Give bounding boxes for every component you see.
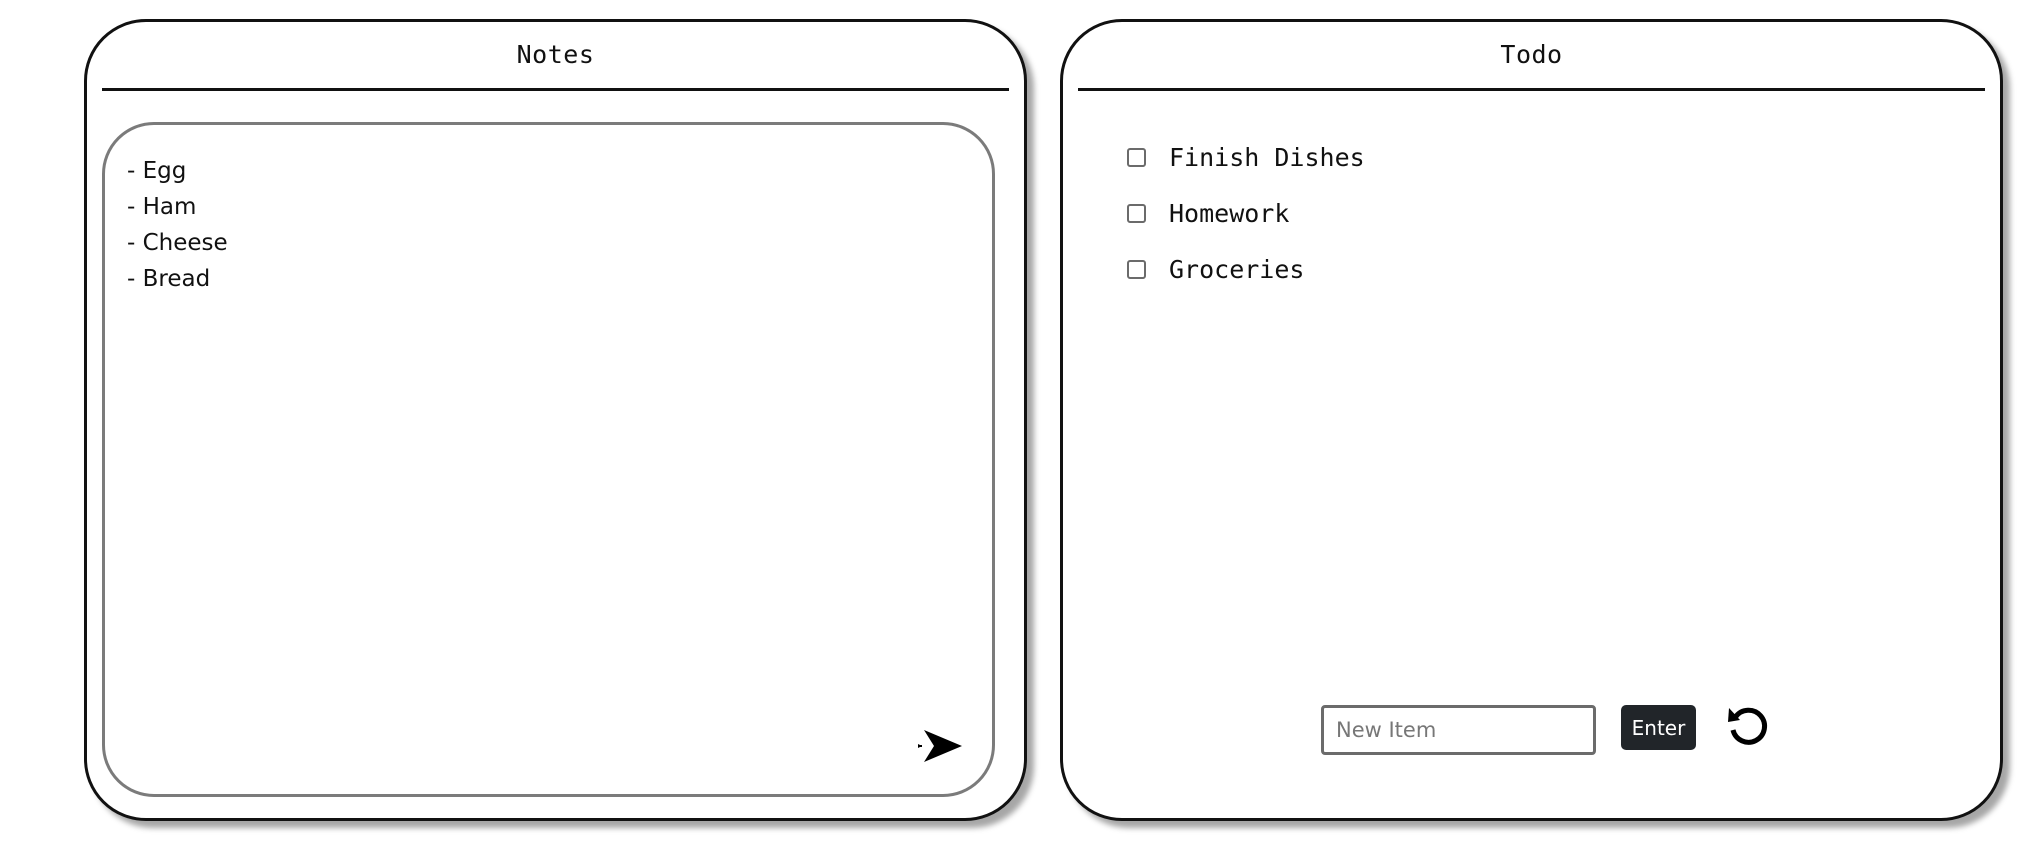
send-arrow-icon[interactable]	[916, 726, 964, 766]
todo-panel: Todo Finish Dishes Homework Groceries En…	[1060, 19, 2003, 821]
todo-item-label: Groceries	[1169, 254, 1305, 284]
todo-title: Todo	[1500, 40, 1563, 69]
todo-checkbox[interactable]	[1127, 259, 1146, 279]
notes-panel: Notes - Egg - Ham - Cheese - Bread	[84, 19, 1027, 821]
notes-content[interactable]: - Egg - Ham - Cheese - Bread	[127, 153, 970, 297]
rotate-ccw-icon[interactable]	[1725, 703, 1771, 749]
todo-item[interactable]: Groceries	[1127, 244, 1365, 300]
todo-checkbox[interactable]	[1127, 147, 1146, 167]
todo-item-label: Finish Dishes	[1169, 142, 1365, 172]
notes-textarea[interactable]: - Egg - Ham - Cheese - Bread	[102, 122, 995, 797]
todo-item[interactable]: Finish Dishes	[1127, 132, 1365, 188]
new-item-input[interactable]	[1321, 705, 1596, 755]
todo-item[interactable]: Homework	[1127, 188, 1365, 244]
todo-list: Finish Dishes Homework Groceries	[1127, 132, 1365, 300]
notes-divider	[102, 88, 1009, 91]
todo-item-label: Homework	[1169, 198, 1290, 228]
notes-title: Notes	[516, 40, 595, 69]
todo-checkbox[interactable]	[1127, 203, 1146, 223]
enter-button[interactable]: Enter	[1621, 705, 1696, 750]
todo-divider	[1078, 88, 1985, 91]
